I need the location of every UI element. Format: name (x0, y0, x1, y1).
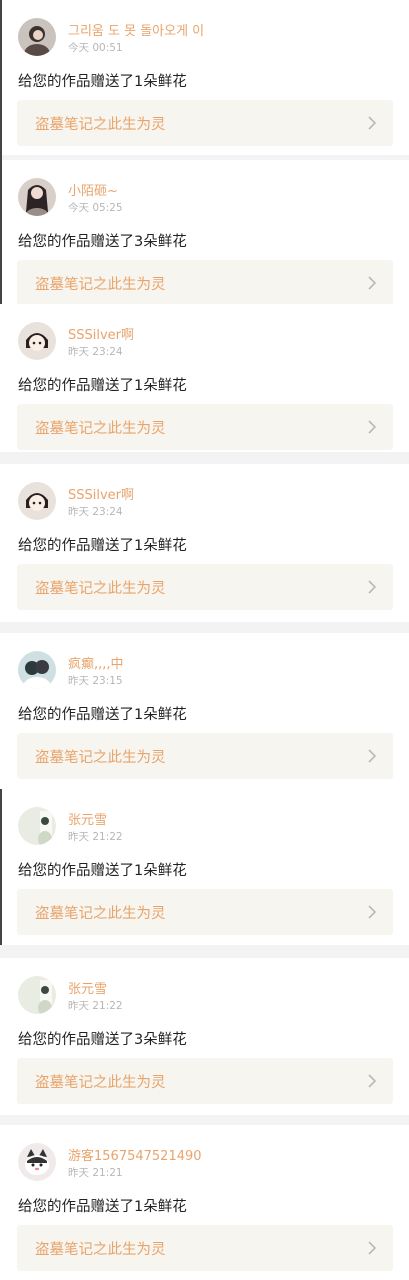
user-name[interactable]: 小陌砸~ (68, 180, 118, 199)
gift-message: 给您的作品赠送了1朵鲜花 (18, 378, 187, 394)
work-link-button[interactable]: 盗墓笔记之此生为灵 (17, 404, 393, 450)
section-separator (0, 452, 409, 464)
cartoon-girl-avatar[interactable] (18, 482, 56, 520)
user-name[interactable]: SSSilver啊 (68, 324, 134, 343)
timestamp: 昨天 23:15 (68, 675, 123, 687)
notification-item: 小陌砸~ 今天 05:25 给您的作品赠送了3朵鲜花 盗墓笔记之此生为灵 (0, 160, 409, 306)
user-name[interactable]: 疯癫,,,,中 (68, 653, 124, 672)
light-portrait-avatar[interactable] (18, 807, 56, 845)
timestamp: 昨天 21:21 (68, 1167, 123, 1179)
cartoon-girl-avatar[interactable] (18, 322, 56, 360)
user-name[interactable]: 그리움 도 못 돌아오게 이 (68, 20, 204, 39)
work-title: 盗墓笔记之此生为灵 (35, 1075, 166, 1091)
work-title: 盗墓笔记之此生为灵 (35, 277, 166, 293)
notification-item: SSSilver啊昨天 23:24 给您的作品赠送了1朵鲜花 盗墓笔记之此生为灵 (0, 304, 409, 452)
chevron-right-icon (367, 419, 377, 435)
work-link-button[interactable]: 盗墓笔记之此生为灵 (17, 564, 393, 610)
gift-message: 给您的作品赠送了3朵鲜花 (18, 234, 187, 250)
work-title: 盗墓笔记之此生为灵 (35, 117, 166, 133)
notification-item: 그리움 도 못 돌아오게 이 今天 00:51 给您的作品赠送了1朵鲜花 盗墓笔记之此… (0, 0, 409, 155)
gift-message: 给您的作品赠送了3朵鲜花 (18, 1032, 187, 1048)
gift-message: 给您的作品赠送了1朵鲜花 (18, 707, 187, 723)
portrait-dark-hair-avatar[interactable] (18, 18, 56, 56)
chevron-right-icon (367, 1240, 377, 1256)
chevron-right-icon (367, 904, 377, 920)
user-name[interactable]: 张元雪 (68, 809, 107, 828)
work-title: 盗墓笔记之此生为灵 (35, 581, 166, 597)
chevron-right-icon (367, 748, 377, 764)
notification-item: SSSilver啊昨天 23:24 给您的作品赠送了1朵鲜花 盗墓笔记之此生为灵 (0, 464, 409, 622)
section-separator (0, 1115, 409, 1125)
notification-feed: 그리움 도 못 돌아오게 이 今天 00:51 给您的作品赠送了1朵鲜花 盗墓笔记之此… (0, 0, 409, 1280)
chevron-right-icon (367, 579, 377, 595)
work-title: 盗墓笔记之此生为灵 (35, 1242, 166, 1258)
notification-item: 张元雪昨天 21:22 给您的作品赠送了3朵鲜花 盗墓笔记之此生为灵 (0, 958, 409, 1115)
window-edge (0, 0, 2, 304)
cat-avatar[interactable] (18, 1143, 56, 1181)
work-link-button[interactable]: 盗墓笔记之此生为灵 (17, 1058, 393, 1104)
work-title: 盗墓笔记之此生为灵 (35, 750, 166, 766)
timestamp: 昨天 21:22 (68, 1000, 123, 1012)
notification-item: 张元雪昨天 21:22 给您的作品赠送了1朵鲜花 盗墓笔记之此生为灵 (0, 789, 409, 945)
window-edge (0, 789, 2, 945)
user-name[interactable]: 游客1567547521490 (68, 1145, 202, 1164)
chevron-right-icon (367, 115, 377, 131)
chevron-right-icon (367, 1073, 377, 1089)
notification-item: 疯癫,,,,中昨天 23:15 给您的作品赠送了1朵鲜花 盗墓笔记之此生为灵 (0, 633, 409, 789)
timestamp: 昨天 21:22 (68, 831, 123, 843)
chevron-right-icon (367, 275, 377, 291)
section-separator (0, 945, 409, 958)
timestamp: 昨天 23:24 (68, 506, 123, 518)
user-name[interactable]: SSSilver啊 (68, 484, 134, 503)
work-link-button[interactable]: 盗墓笔记之此生为灵 (17, 260, 393, 306)
notification-item: 游客1567547521490 昨天 21:21 给您的作品赠送了1朵鲜花 盗墓笔记之… (0, 1125, 409, 1280)
work-link-button[interactable]: 盗墓笔记之此生为灵 (17, 1225, 393, 1271)
timestamp: 昨天 23:24 (68, 346, 123, 358)
portrait-long-hair-avatar[interactable] (18, 178, 56, 216)
gift-message: 给您的作品赠送了1朵鲜花 (18, 538, 187, 554)
light-portrait-avatar[interactable] (18, 976, 56, 1014)
gift-message: 给您的作品赠送了1朵鲜花 (18, 863, 187, 879)
work-title: 盗墓笔记之此生为灵 (35, 906, 166, 922)
gift-message: 给您的作品赠送了1朵鲜花 (18, 74, 187, 90)
work-link-button[interactable]: 盗墓笔记之此生为灵 (17, 889, 393, 935)
timestamp: 今天 05:25 (68, 202, 123, 214)
work-link-button[interactable]: 盗墓笔记之此生为灵 (17, 100, 393, 146)
work-title: 盗墓笔记之此生为灵 (35, 421, 166, 437)
section-separator (0, 622, 409, 633)
gift-message: 给您的作品赠送了1朵鲜花 (18, 1199, 187, 1215)
user-name[interactable]: 张元雪 (68, 978, 107, 997)
work-link-button[interactable]: 盗墓笔记之此生为灵 (17, 733, 393, 779)
timestamp: 今天 00:51 (68, 42, 123, 54)
anime-couple-avatar[interactable] (18, 651, 56, 689)
